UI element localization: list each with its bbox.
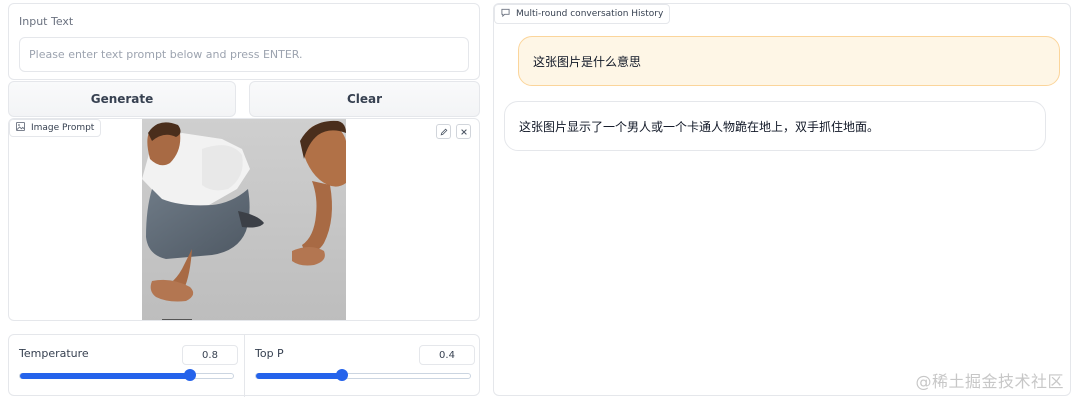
chat-history-label: Multi-round conversation History <box>516 9 664 19</box>
temperature-slider-thumb[interactable] <box>184 369 197 381</box>
chat-history-tag: Multi-round conversation History <box>494 4 671 24</box>
bot-message: 这张图片显示了一个男人或一个卡通人物跪在地上，双手抓住地面。 <box>504 101 1046 151</box>
image-prompt-label: Image Prompt <box>31 123 95 133</box>
top-p-slider[interactable] <box>255 369 471 381</box>
chat-history-panel: Multi-round conversation History 这张图片是什么… <box>493 3 1071 396</box>
top-p-value-input[interactable]: 0.4 <box>419 345 475 365</box>
top-p-label: Top P <box>255 347 284 360</box>
temperature-slider-fill <box>20 373 191 379</box>
generate-button[interactable]: Generate <box>8 81 236 117</box>
clear-button[interactable]: Clear <box>249 81 480 117</box>
temperature-label: Temperature <box>19 347 89 360</box>
close-icon[interactable] <box>456 124 471 139</box>
top-p-slider-group: Top P 0.4 <box>245 335 481 397</box>
uploaded-image <box>142 119 346 320</box>
prompt-input[interactable] <box>19 37 469 72</box>
input-text-block: Input Text <box>8 3 480 80</box>
image-tools <box>436 124 471 139</box>
pencil-icon[interactable] <box>436 124 451 139</box>
image-prompt-block[interactable]: Image Prompt <box>8 118 480 321</box>
sliders-block: Temperature 0.8 Top P 0.4 <box>8 334 481 397</box>
user-message: 这张图片是什么意思 <box>518 36 1060 86</box>
chat-icon <box>501 8 510 20</box>
image-prompt-tag: Image Prompt <box>9 119 102 137</box>
image-icon <box>16 122 25 134</box>
watermark: @稀土掘金技术社区 <box>915 372 1064 391</box>
temperature-slider-group: Temperature 0.8 <box>9 335 245 397</box>
temperature-value-input[interactable]: 0.8 <box>182 345 238 365</box>
top-p-slider-fill <box>256 373 342 379</box>
temperature-slider[interactable] <box>19 369 234 381</box>
top-p-slider-thumb[interactable] <box>335 369 348 381</box>
input-text-label: Input Text <box>19 15 74 28</box>
